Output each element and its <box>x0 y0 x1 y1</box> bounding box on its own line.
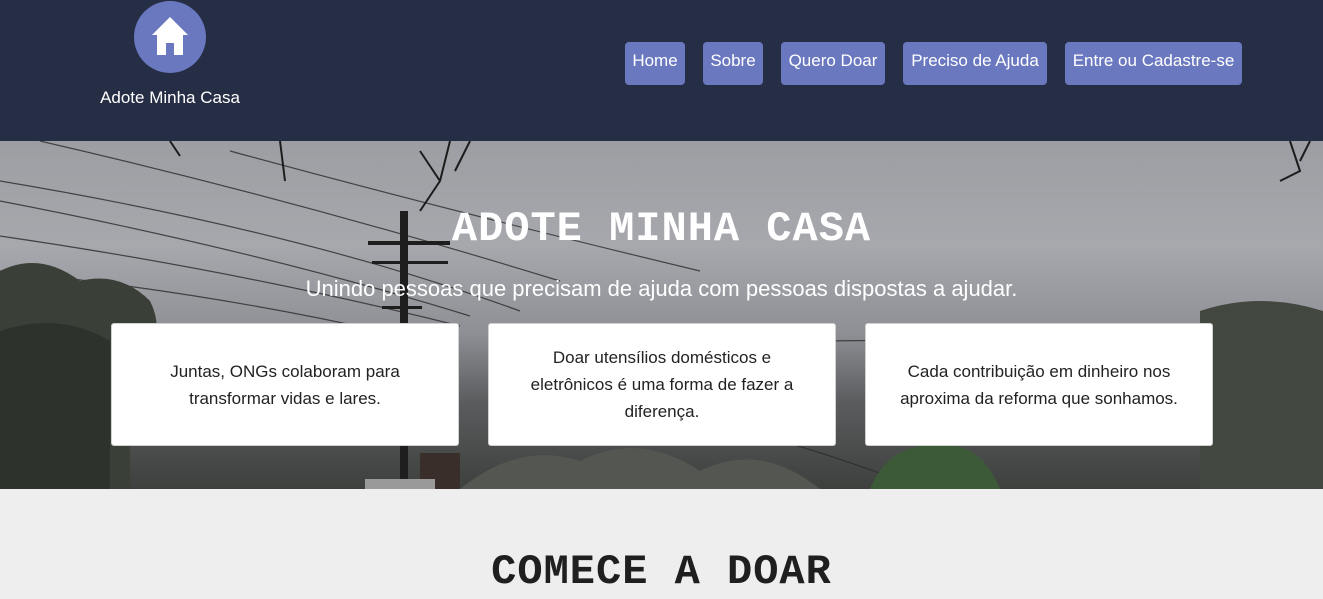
nav-quero-doar-button[interactable]: Quero Doar <box>781 42 885 85</box>
nav-sobre-button[interactable]: Sobre <box>703 42 763 85</box>
house-icon <box>152 17 188 55</box>
info-card-text: Juntas, ONGs colaboram para transformar … <box>170 361 400 408</box>
logo[interactable] <box>134 1 206 73</box>
site-header: Adote Minha Casa Home Sobre Quero Doar P… <box>0 0 1323 141</box>
info-card-text: Doar utensílios domésticos e eletrônicos… <box>530 348 794 421</box>
nav-entre-cadastre-button[interactable]: Entre ou Cadastre-se <box>1065 42 1242 85</box>
hero-title: ADOTE MINHA CASA <box>451 205 872 253</box>
section-title-comece-a-doar: COMECE A DOAR <box>491 548 832 596</box>
hero-subtitle: Unindo pessoas que precisam de ajuda com… <box>305 276 1018 301</box>
info-card-dinheiro: Cada contribuição em dinheiro nos aproxi… <box>865 323 1213 446</box>
info-card-utensilios: Doar utensílios domésticos e eletrônicos… <box>488 323 836 446</box>
brand-name[interactable]: Adote Minha Casa <box>60 88 280 108</box>
nav-preciso-de-ajuda-button[interactable]: Preciso de Ajuda <box>903 42 1047 85</box>
info-card-ongs: Juntas, ONGs colaboram para transformar … <box>111 323 459 446</box>
nav-home-button[interactable]: Home <box>625 42 685 85</box>
hero-banner: ADOTE MINHA CASA Unindo pessoas que prec… <box>0 141 1323 489</box>
info-card-text: Cada contribuição em dinheiro nos aproxi… <box>900 361 1178 408</box>
